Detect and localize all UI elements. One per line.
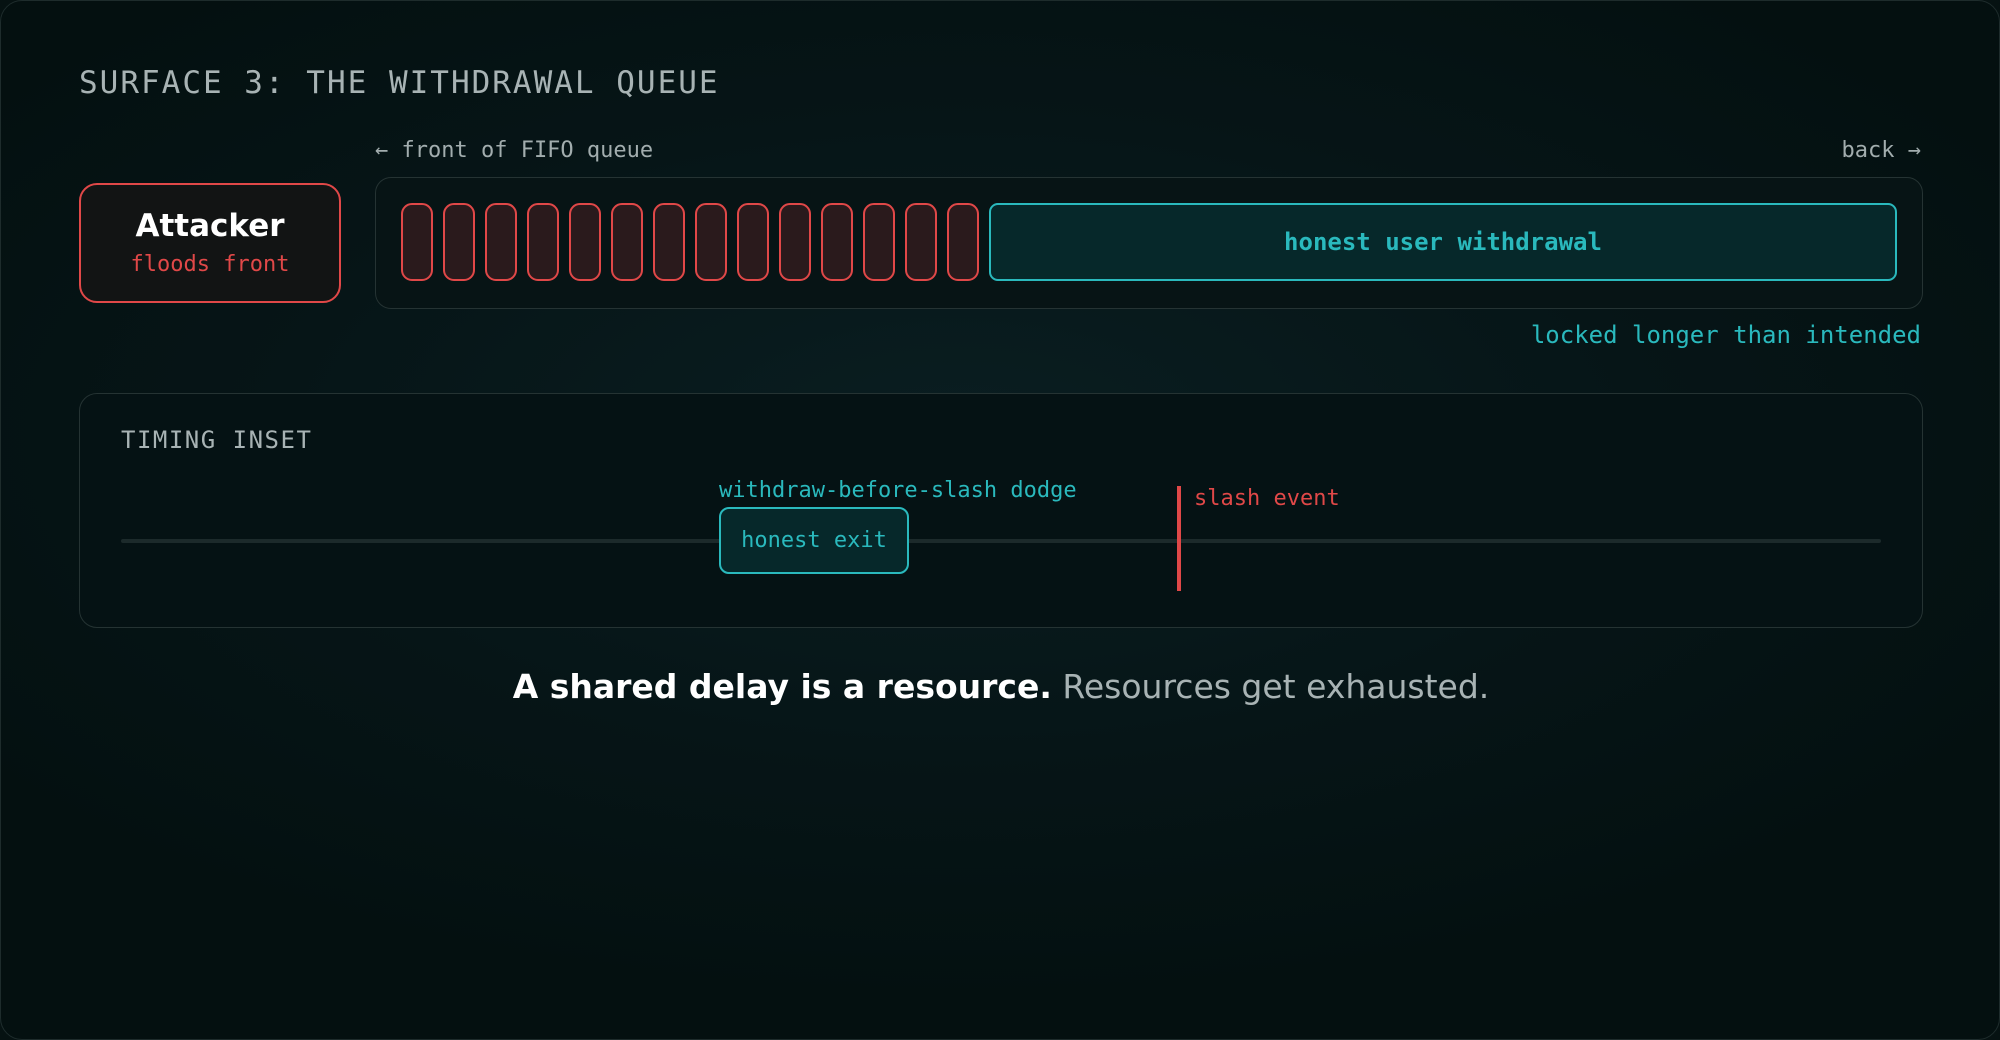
attacker-slot [905,203,937,281]
attacker-slot [863,203,895,281]
attacker-slot [653,203,685,281]
honest-withdrawal-slot: honest user withdrawal [989,203,1897,281]
locked-note: locked longer than intended [1530,321,1921,349]
tagline-strong: A shared delay is a resource. [512,667,1052,706]
attacker-slot [779,203,811,281]
attacker-slot [485,203,517,281]
diagram-heading: SURFACE 3: THE WITHDRAWAL QUEUE [79,65,720,101]
attacker-slot [443,203,475,281]
attacker-subtitle: floods front [130,252,290,277]
attacker-slot [695,203,727,281]
attacker-slot [527,203,559,281]
slash-event-marker [1177,486,1181,591]
attacker-slot [947,203,979,281]
fifo-queue: honest user withdrawal [375,177,1923,309]
attacker-slot [401,203,433,281]
tagline: A shared delay is a resource. Resources … [1,667,1999,706]
attacker-slot [821,203,853,281]
attacker-slot [569,203,601,281]
attacker-title: Attacker [135,208,285,244]
dodge-label: withdraw-before-slash dodge [719,478,1077,503]
honest-exit-box: honest exit [719,507,909,574]
queue-back-label: back → [1841,138,1921,163]
attacker-slot [737,203,769,281]
timing-inset-title: TIMING INSET [121,426,313,454]
diagram-frame: SURFACE 3: THE WITHDRAWAL QUEUE ← front … [0,0,2000,1040]
timing-inset: TIMING INSET withdraw-before-slash dodge… [79,393,1923,628]
attacker-slot [611,203,643,281]
queue-front-label: ← front of FIFO queue [375,138,654,163]
timeline-axis [121,539,1881,543]
tagline-rest: Resources get exhausted. [1062,667,1490,706]
slash-event-label: slash event [1194,486,1340,511]
attacker-box: Attacker floods front [79,183,341,303]
